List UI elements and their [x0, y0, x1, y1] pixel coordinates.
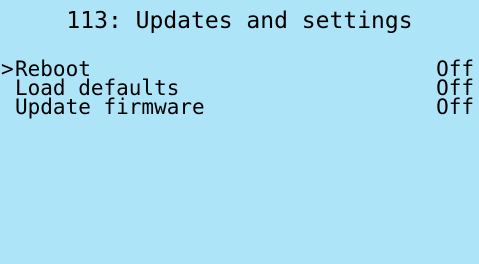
menu-item-update-firmware[interactable]: Update firmware Off [0, 95, 479, 119]
menu-item-value: Off [436, 95, 474, 119]
selection-cursor: > [1, 57, 14, 81]
screen-title: 113: Updates and settings [66, 8, 413, 34]
menu-item-label: Update firmware [15, 95, 205, 119]
settings-menu: > Reboot Off Load defaults Off Update fi… [0, 57, 479, 119]
lcd-screen: 113: Updates and settings > Reboot Off L… [0, 0, 479, 264]
